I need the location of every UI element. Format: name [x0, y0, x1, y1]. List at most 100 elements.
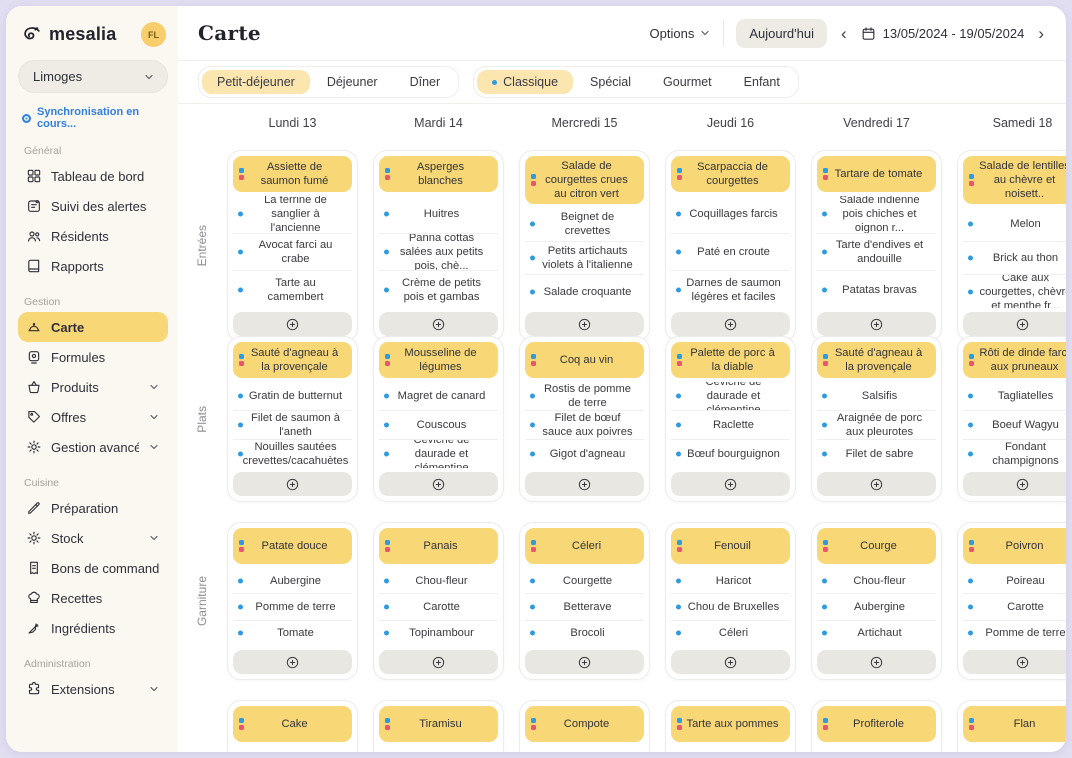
menu-item[interactable]: Haricot: [671, 568, 790, 594]
menu-cell-header[interactable]: Profiterole: [817, 706, 936, 742]
location-select[interactable]: Limoges: [18, 60, 168, 93]
menu-cell-header[interactable]: Cake: [233, 706, 352, 742]
menu-item[interactable]: Petits artichauts violets à l'italienne: [525, 242, 644, 276]
menu-item[interactable]: Mousse au chocolat: [671, 746, 790, 752]
menu-cell-header[interactable]: Flan: [963, 706, 1066, 742]
menu-item[interactable]: Crème caramel: [963, 746, 1066, 752]
menu-item[interactable]: Beignet de crevettes: [525, 208, 644, 242]
menu-cell-header[interactable]: Fenouil: [671, 528, 790, 564]
menu-item[interactable]: Gratin de butternut: [233, 382, 352, 411]
menu-item[interactable]: La terrine de sanglier à l'ancienne: [233, 196, 352, 234]
menu-item[interactable]: Rostis de pomme de terre: [525, 382, 644, 411]
sidebar-item-residents[interactable]: Résidents: [18, 221, 168, 251]
sidebar-item-extensions[interactable]: Extensions: [18, 674, 168, 704]
menu-item[interactable]: Chou de Bruxelles: [671, 594, 790, 620]
menu-item[interactable]: Aubergine: [817, 594, 936, 620]
sidebar-item-formules[interactable]: Formules: [18, 342, 168, 372]
sidebar-item-bons-de-commandes[interactable]: Bons de commandes: [18, 553, 168, 583]
add-item-button[interactable]: [963, 650, 1066, 674]
menu-item[interactable]: Filet de sabre: [817, 440, 936, 468]
add-item-button[interactable]: [379, 312, 498, 336]
menu-cell-header[interactable]: Compote: [525, 706, 644, 742]
menu-cell-header[interactable]: Palette de porc à la diable: [671, 342, 790, 378]
add-item-button[interactable]: [817, 650, 936, 674]
menu-item[interactable]: Tarte au camembert: [233, 271, 352, 308]
menu-cell-header[interactable]: Tartare de tomate: [817, 156, 936, 192]
add-item-button[interactable]: [671, 312, 790, 336]
menu-cell-header[interactable]: Tarte aux pommes: [671, 706, 790, 742]
menu-item[interactable]: Melon: [963, 208, 1066, 242]
prev-week-button[interactable]: ‹: [839, 25, 849, 42]
menu-item[interactable]: Filet de saumon à l'aneth: [233, 411, 352, 440]
menu-cell-header[interactable]: Coq au vin: [525, 342, 644, 378]
menu-item[interactable]: Huitres: [379, 196, 498, 234]
menu-item[interactable]: Poireau: [963, 568, 1066, 594]
menu-item[interactable]: Fondant champignons: [963, 440, 1066, 468]
menu-item[interactable]: Crème de petits pois et gambas: [379, 271, 498, 308]
menu-cell-header[interactable]: Assiette de saumon fumé: [233, 156, 352, 192]
add-item-button[interactable]: [525, 312, 644, 336]
menu-item[interactable]: Salade indienne pois chiches et oignon r…: [817, 196, 936, 234]
menu-cell-header[interactable]: Salade de lentilles au chèvre et noisett…: [963, 156, 1066, 204]
menu-item[interactable]: Avocat farci au crabe: [233, 234, 352, 272]
sidebar-item-carte[interactable]: Carte: [18, 312, 168, 342]
tab-enfant[interactable]: Enfant: [729, 70, 795, 94]
menu-item[interactable]: Filet de bœuf sauce aux poivres: [525, 411, 644, 440]
add-item-button[interactable]: [379, 472, 498, 496]
menu-item[interactable]: Pâtisserie: [379, 746, 498, 752]
menu-item[interactable]: Darnes de saumon légères et faciles: [671, 271, 790, 308]
menu-cell-header[interactable]: Rôti de dinde farci aux pruneaux: [963, 342, 1066, 378]
sidebar-item-offres[interactable]: Offres: [18, 402, 168, 432]
menu-cell-header[interactable]: Sauté d'agneau à la provençale: [817, 342, 936, 378]
sidebar-item-produits[interactable]: Produits: [18, 372, 168, 402]
menu-item[interactable]: Pomme de terre: [963, 621, 1066, 646]
menu-item[interactable]: Topinambour: [379, 621, 498, 646]
menu-item[interactable]: Salsifis: [817, 382, 936, 411]
sidebar-item-stock[interactable]: Stock: [18, 523, 168, 553]
add-item-button[interactable]: [671, 472, 790, 496]
menu-cell-header[interactable]: Sauté d'agneau à la provençale: [233, 342, 352, 378]
add-item-button[interactable]: [233, 650, 352, 674]
menu-item[interactable]: Patatas bravas: [817, 271, 936, 308]
menu-cell-header[interactable]: Mousseline de légumes: [379, 342, 498, 378]
add-item-button[interactable]: [671, 650, 790, 674]
add-item-button[interactable]: [379, 650, 498, 674]
menu-item[interactable]: Chou-fleur: [379, 568, 498, 594]
menu-cell-header[interactable]: Scarpaccia de courgettes: [671, 156, 790, 192]
menu-item[interactable]: Brick au thon: [963, 242, 1066, 276]
menu-item[interactable]: Chou-fleur: [817, 568, 936, 594]
menu-item[interactable]: Artichaut: [817, 621, 936, 646]
tab-petit-dejeuner[interactable]: Petit-déjeuner: [202, 70, 310, 94]
menu-item[interactable]: Bœuf bourguignon: [671, 440, 790, 468]
menu-item[interactable]: Coquillages farcis: [671, 196, 790, 234]
menu-item[interactable]: Gâteau au chocolat: [233, 746, 352, 752]
menu-item[interactable]: Beignet: [817, 746, 936, 752]
next-week-button[interactable]: ›: [1036, 25, 1046, 42]
tab-dejeuner[interactable]: Déjeuner: [312, 70, 393, 94]
add-item-button[interactable]: [963, 312, 1066, 336]
menu-item[interactable]: Pomme de terre: [233, 594, 352, 620]
menu-item[interactable]: Panna cottas salées aux petits pois, chè…: [379, 234, 498, 272]
menu-cell-header[interactable]: Salade de courgettes crues au citron ver…: [525, 156, 644, 204]
menu-item[interactable]: Tarte d'endives et andouille: [817, 234, 936, 272]
menu-cell-header[interactable]: Tiramisu: [379, 706, 498, 742]
menu-item[interactable]: Paté en croute: [671, 234, 790, 272]
menu-item[interactable]: Salade croquante: [525, 275, 644, 308]
menu-cell-header[interactable]: Courge: [817, 528, 936, 564]
add-item-button[interactable]: [963, 472, 1066, 496]
add-item-button[interactable]: [817, 312, 936, 336]
add-item-button[interactable]: [817, 472, 936, 496]
menu-item[interactable]: Tagliatelles: [963, 382, 1066, 411]
today-button[interactable]: Aujourd'hui: [736, 19, 827, 48]
tab-diner[interactable]: Dîner: [395, 70, 456, 94]
menu-item[interactable]: Ceviche de daurade et clémentine: [379, 440, 498, 468]
menu-item[interactable]: Courgette: [525, 568, 644, 594]
add-item-button[interactable]: [525, 650, 644, 674]
sidebar-item-tableau-de-bord[interactable]: Tableau de bord: [18, 161, 168, 191]
sidebar-item-recettes[interactable]: Recettes: [18, 583, 168, 613]
menu-item[interactable]: Brocoli: [525, 621, 644, 646]
menu-item[interactable]: Aubergine: [233, 568, 352, 594]
sidebar-item-rapports[interactable]: Rapports: [18, 251, 168, 281]
menu-cell-header[interactable]: Poivron: [963, 528, 1066, 564]
menu-cell-header[interactable]: Céleri: [525, 528, 644, 564]
